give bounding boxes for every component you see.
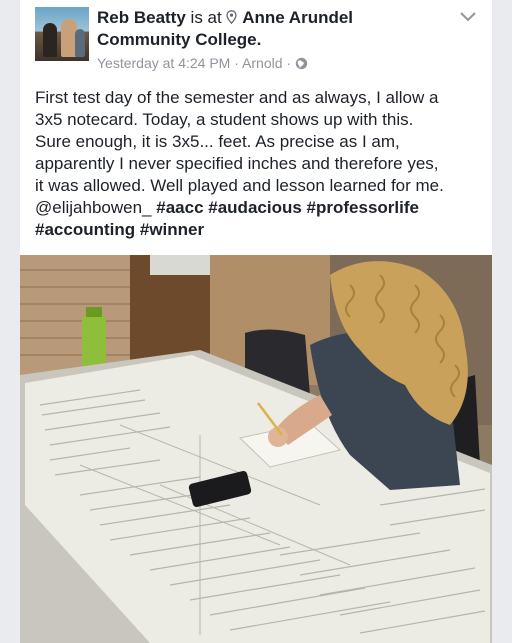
photo-scene (20, 255, 492, 643)
place-name-line1[interactable]: Anne Arundel (242, 8, 353, 27)
location-link[interactable]: Arnold (242, 55, 282, 71)
hashtag-link[interactable]: #accounting (35, 220, 135, 239)
post-meta: Yesterday at 4:24 PM · Arnold · (97, 55, 308, 71)
location-pin-icon (226, 10, 238, 24)
post-text-line: 3x5 notecard. Today, a student shows up … (35, 110, 414, 129)
post-body: First test day of the semester and as al… (35, 87, 485, 241)
post-photo[interactable] (20, 255, 492, 643)
post-text-line: apparently I never specified inches and … (35, 154, 439, 173)
post-card: Reb Beatty is at Anne Arundel Community … (20, 0, 492, 643)
hashtag-link[interactable]: #audacious (208, 198, 302, 217)
avatar[interactable] (35, 7, 89, 61)
author-name[interactable]: Reb Beatty (97, 8, 186, 27)
post-text-line: Sure enough, it is 3x5... feet. As preci… (35, 132, 400, 151)
post-text-line: First test day of the semester and as al… (35, 88, 439, 107)
globe-icon[interactable] (295, 57, 308, 70)
hashtag-link[interactable]: #aacc (156, 198, 203, 217)
chevron-down-icon[interactable] (458, 10, 478, 24)
post-text-line: it was allowed. Well played and lesson l… (35, 176, 444, 195)
meta-separator: · (286, 55, 292, 71)
hashtag-link[interactable]: #winner (140, 220, 204, 239)
hashtag-line: #accounting #winner (35, 219, 485, 241)
meta-separator: · (234, 55, 239, 71)
is-at-text: is at (190, 8, 222, 27)
mention-link[interactable]: @elijahbowen_ (35, 198, 152, 217)
hashtag-line: @elijahbowen_ #aacc #audacious #professo… (35, 197, 485, 219)
hashtag-link[interactable]: #professorlife (307, 198, 419, 217)
timestamp-link[interactable]: Yesterday at 4:24 PM (97, 55, 230, 71)
place-name-line2[interactable]: Community College. (97, 30, 261, 49)
post-header: Reb Beatty is at Anne Arundel Community … (97, 7, 457, 51)
